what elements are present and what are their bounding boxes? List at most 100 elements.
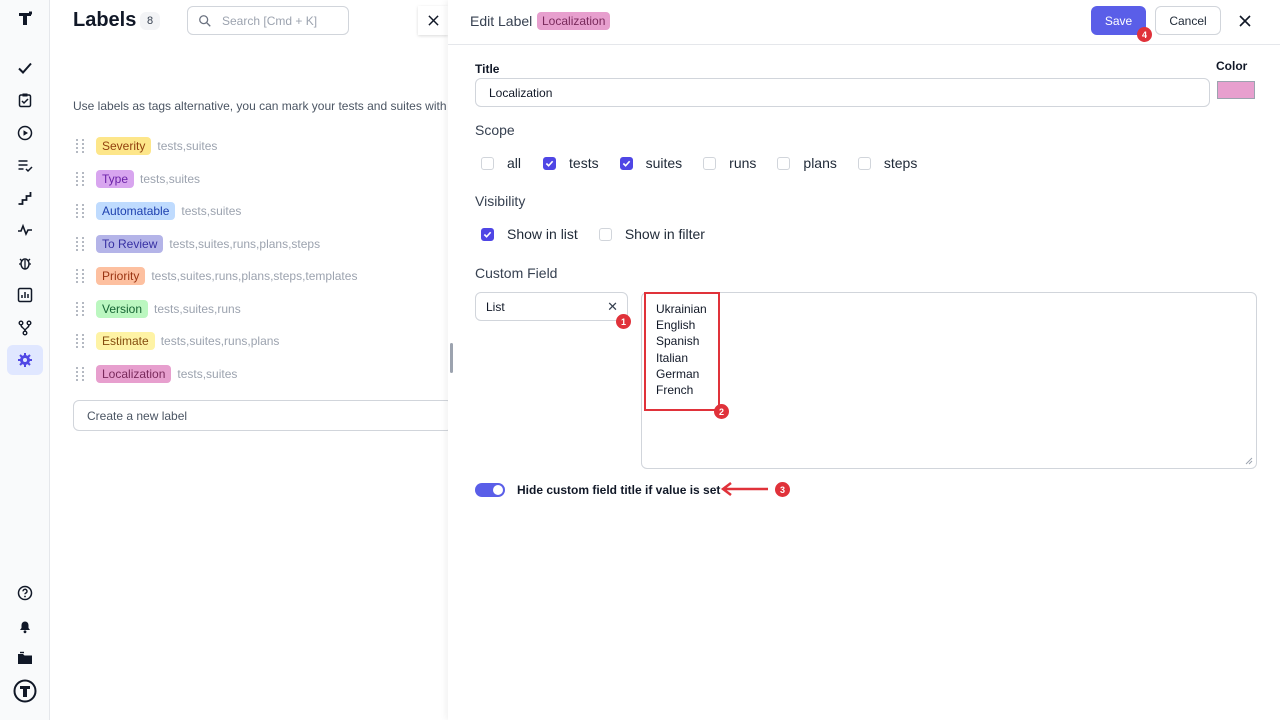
logo-icon[interactable] xyxy=(7,4,43,34)
drag-handle-icon[interactable] xyxy=(76,334,88,349)
label-tag[interactable]: Priority xyxy=(96,267,146,286)
cancel-button[interactable]: Cancel xyxy=(1155,6,1221,35)
color-label: Color xyxy=(1216,59,1248,73)
label-row[interactable]: Version tests,suites,runs xyxy=(76,293,448,326)
label-tag[interactable]: Severity xyxy=(96,137,152,156)
drag-handle-icon[interactable] xyxy=(76,366,88,381)
chart-icon[interactable] xyxy=(7,280,43,310)
drag-handle-icon[interactable] xyxy=(76,269,88,284)
bell-icon[interactable] xyxy=(7,611,43,641)
label-scope: tests,suites,runs,plans,steps xyxy=(169,236,321,251)
checkbox-plans[interactable]: plans xyxy=(777,155,837,171)
panel-header: Edit Label Localization Save Cancel xyxy=(448,0,1280,45)
visibility-label: Visibility xyxy=(475,193,526,209)
field-type-select[interactable]: List ✕ xyxy=(475,292,628,321)
checkbox-empty-icon[interactable] xyxy=(703,156,717,170)
annotation-badge-2: 2 xyxy=(714,404,729,419)
checkbox-checked-icon[interactable] xyxy=(543,156,557,170)
title-label: Title xyxy=(475,62,500,76)
checkbox-empty-icon[interactable] xyxy=(598,227,612,241)
list-check-icon[interactable] xyxy=(7,150,43,180)
label-row[interactable]: Automatable tests,suites xyxy=(76,195,448,228)
drag-handle-icon[interactable] xyxy=(76,171,88,186)
checkbox-empty-icon[interactable] xyxy=(481,156,494,170)
field-value-line: Spanish xyxy=(656,334,700,349)
checkbox-checked-icon[interactable] xyxy=(619,156,633,170)
checkbox-label: runs xyxy=(729,155,757,171)
checkbox-checked-icon[interactable] xyxy=(481,227,494,241)
label-tag[interactable]: Version xyxy=(96,299,149,318)
label-scope: tests,suites,runs,plans xyxy=(160,334,280,349)
checkbox-suites[interactable]: suites xyxy=(619,155,683,171)
label-tag[interactable]: Type xyxy=(96,169,135,188)
label-tag[interactable]: Localization xyxy=(96,364,172,383)
help-icon[interactable] xyxy=(7,578,43,608)
checkbox-label: suites xyxy=(645,155,683,171)
drag-handle-icon[interactable] xyxy=(76,204,88,219)
checkbox-empty-icon[interactable] xyxy=(857,156,871,170)
toggle-knob xyxy=(493,485,503,495)
checkbox-label: Show in list xyxy=(507,226,578,242)
play-icon[interactable] xyxy=(7,118,43,148)
check-icon[interactable] xyxy=(7,53,43,83)
checkbox-label: steps xyxy=(883,155,918,171)
checkbox-empty-icon[interactable] xyxy=(777,156,791,170)
checkbox-label: all xyxy=(507,155,522,171)
checkbox-show-in-filter[interactable]: Show in filter xyxy=(598,226,705,242)
label-tag[interactable]: Estimate xyxy=(96,332,155,351)
panel-close-icon[interactable] xyxy=(1232,8,1258,34)
annotation-badge-1: 1 xyxy=(616,314,631,329)
checkbox-steps[interactable]: steps xyxy=(857,155,918,171)
label-row[interactable]: Priority tests,suites,runs,plans,steps,te… xyxy=(76,260,448,293)
checkbox-runs[interactable]: runs xyxy=(703,155,756,171)
label-scope: tests,suites xyxy=(157,139,218,154)
field-value-line: Italian xyxy=(656,350,689,365)
field-value-line: Ukrainian xyxy=(656,302,707,316)
checkbox-show-in-list[interactable]: Show in list xyxy=(481,226,578,242)
checkbox-label: Show in filter xyxy=(624,226,705,242)
search-icon xyxy=(199,14,211,27)
annotation-badge-3: 3 xyxy=(775,482,790,497)
resize-grip-icon[interactable] xyxy=(1245,457,1253,465)
clipboard-check-icon[interactable] xyxy=(7,85,43,115)
label-scope: tests,suites,runs xyxy=(154,301,241,316)
field-type-value: List xyxy=(486,299,505,314)
label-scope: tests,suites xyxy=(181,204,242,219)
create-label-input[interactable]: Create a new label xyxy=(73,400,453,431)
checkbox-all[interactable]: all xyxy=(481,155,521,171)
label-row[interactable]: Localization tests,suites xyxy=(76,358,448,391)
checkbox-label: plans xyxy=(803,155,837,171)
label-row[interactable]: Severity tests,suites xyxy=(76,130,448,163)
steps-icon[interactable] xyxy=(7,183,43,213)
drag-handle-icon[interactable] xyxy=(76,301,88,316)
search-input[interactable]: Search [Cmd + K] xyxy=(187,6,349,35)
drag-handle-icon[interactable] xyxy=(76,236,88,251)
label-scope: tests,suites xyxy=(177,366,238,381)
label-scope: tests,suites,runs,plans,steps,templates xyxy=(151,269,358,284)
label-row[interactable]: To Review tests,suites,runs,plans,steps xyxy=(76,228,448,261)
label-scope: tests,suites xyxy=(140,171,201,186)
checkbox-tests[interactable]: tests xyxy=(543,155,599,171)
branch-icon[interactable] xyxy=(7,313,43,343)
folder-icon[interactable] xyxy=(7,643,43,673)
hide-title-toggle[interactable] xyxy=(475,483,505,497)
arrow-annotation-icon xyxy=(720,482,768,496)
drag-handle-icon[interactable] xyxy=(76,139,88,154)
color-picker[interactable] xyxy=(1217,81,1255,99)
gear-icon[interactable] xyxy=(7,345,43,375)
label-row[interactable]: Type tests,suites xyxy=(76,163,448,196)
field-values-highlight: Ukrainian English Spanish Italian German Fren… xyxy=(644,292,720,411)
panel-resize-handle[interactable] xyxy=(450,343,453,373)
label-tag[interactable]: Automatable xyxy=(96,202,176,221)
user-logo-icon[interactable] xyxy=(7,676,43,706)
close-icon[interactable] xyxy=(418,6,448,35)
clear-icon[interactable]: ✕ xyxy=(607,299,618,315)
field-value-line: English xyxy=(656,318,696,333)
label-row[interactable]: Estimate tests,suites,runs,plans xyxy=(76,325,448,358)
field-values-textarea[interactable] xyxy=(641,292,1257,469)
checkbox-label: tests xyxy=(569,155,599,171)
title-input[interactable]: Localization xyxy=(475,78,1210,107)
bug-icon[interactable] xyxy=(7,248,43,278)
pulse-icon[interactable] xyxy=(7,215,43,245)
label-tag[interactable]: To Review xyxy=(96,234,164,253)
